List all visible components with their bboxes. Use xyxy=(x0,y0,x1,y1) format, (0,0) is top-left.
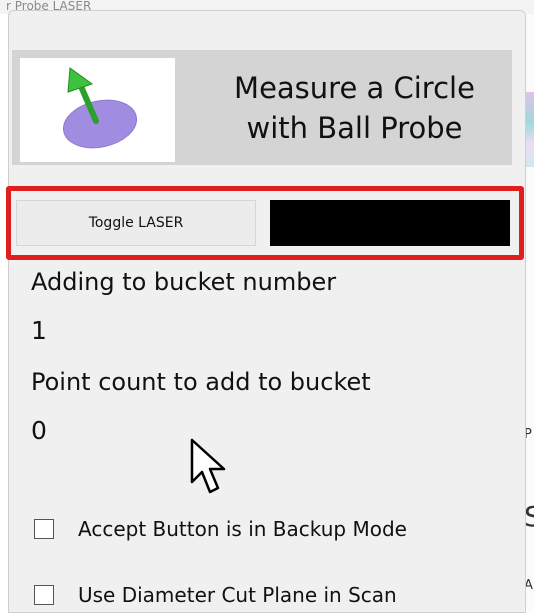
laser-status-indicator xyxy=(270,200,510,246)
panel-title: Measure a Circle with Ball Probe xyxy=(234,71,475,145)
panel-header: Measure a Circle with Ball Probe xyxy=(12,50,512,165)
backup-mode-checkbox[interactable] xyxy=(34,519,54,539)
mouse-cursor-icon xyxy=(190,438,226,494)
bucket-number-value: 1 xyxy=(31,316,47,345)
point-count-label: Point count to add to bucket xyxy=(31,368,371,396)
diameter-cut-plane-checkbox[interactable] xyxy=(34,585,54,605)
toggle-laser-button[interactable]: Toggle LASER xyxy=(16,200,256,246)
diameter-cut-plane-option[interactable]: Use Diameter Cut Plane in Scan xyxy=(34,580,397,610)
backup-mode-label: Accept Button is in Backup Mode xyxy=(78,517,407,541)
bucket-number-label: Adding to bucket number xyxy=(31,268,337,296)
laser-controls: Toggle LASER xyxy=(16,196,511,254)
circle-probe-icon xyxy=(20,58,175,162)
diameter-cut-plane-label: Use Diameter Cut Plane in Scan xyxy=(78,583,397,607)
point-count-value: 0 xyxy=(31,416,47,445)
backup-mode-option[interactable]: Accept Button is in Backup Mode xyxy=(34,514,407,544)
